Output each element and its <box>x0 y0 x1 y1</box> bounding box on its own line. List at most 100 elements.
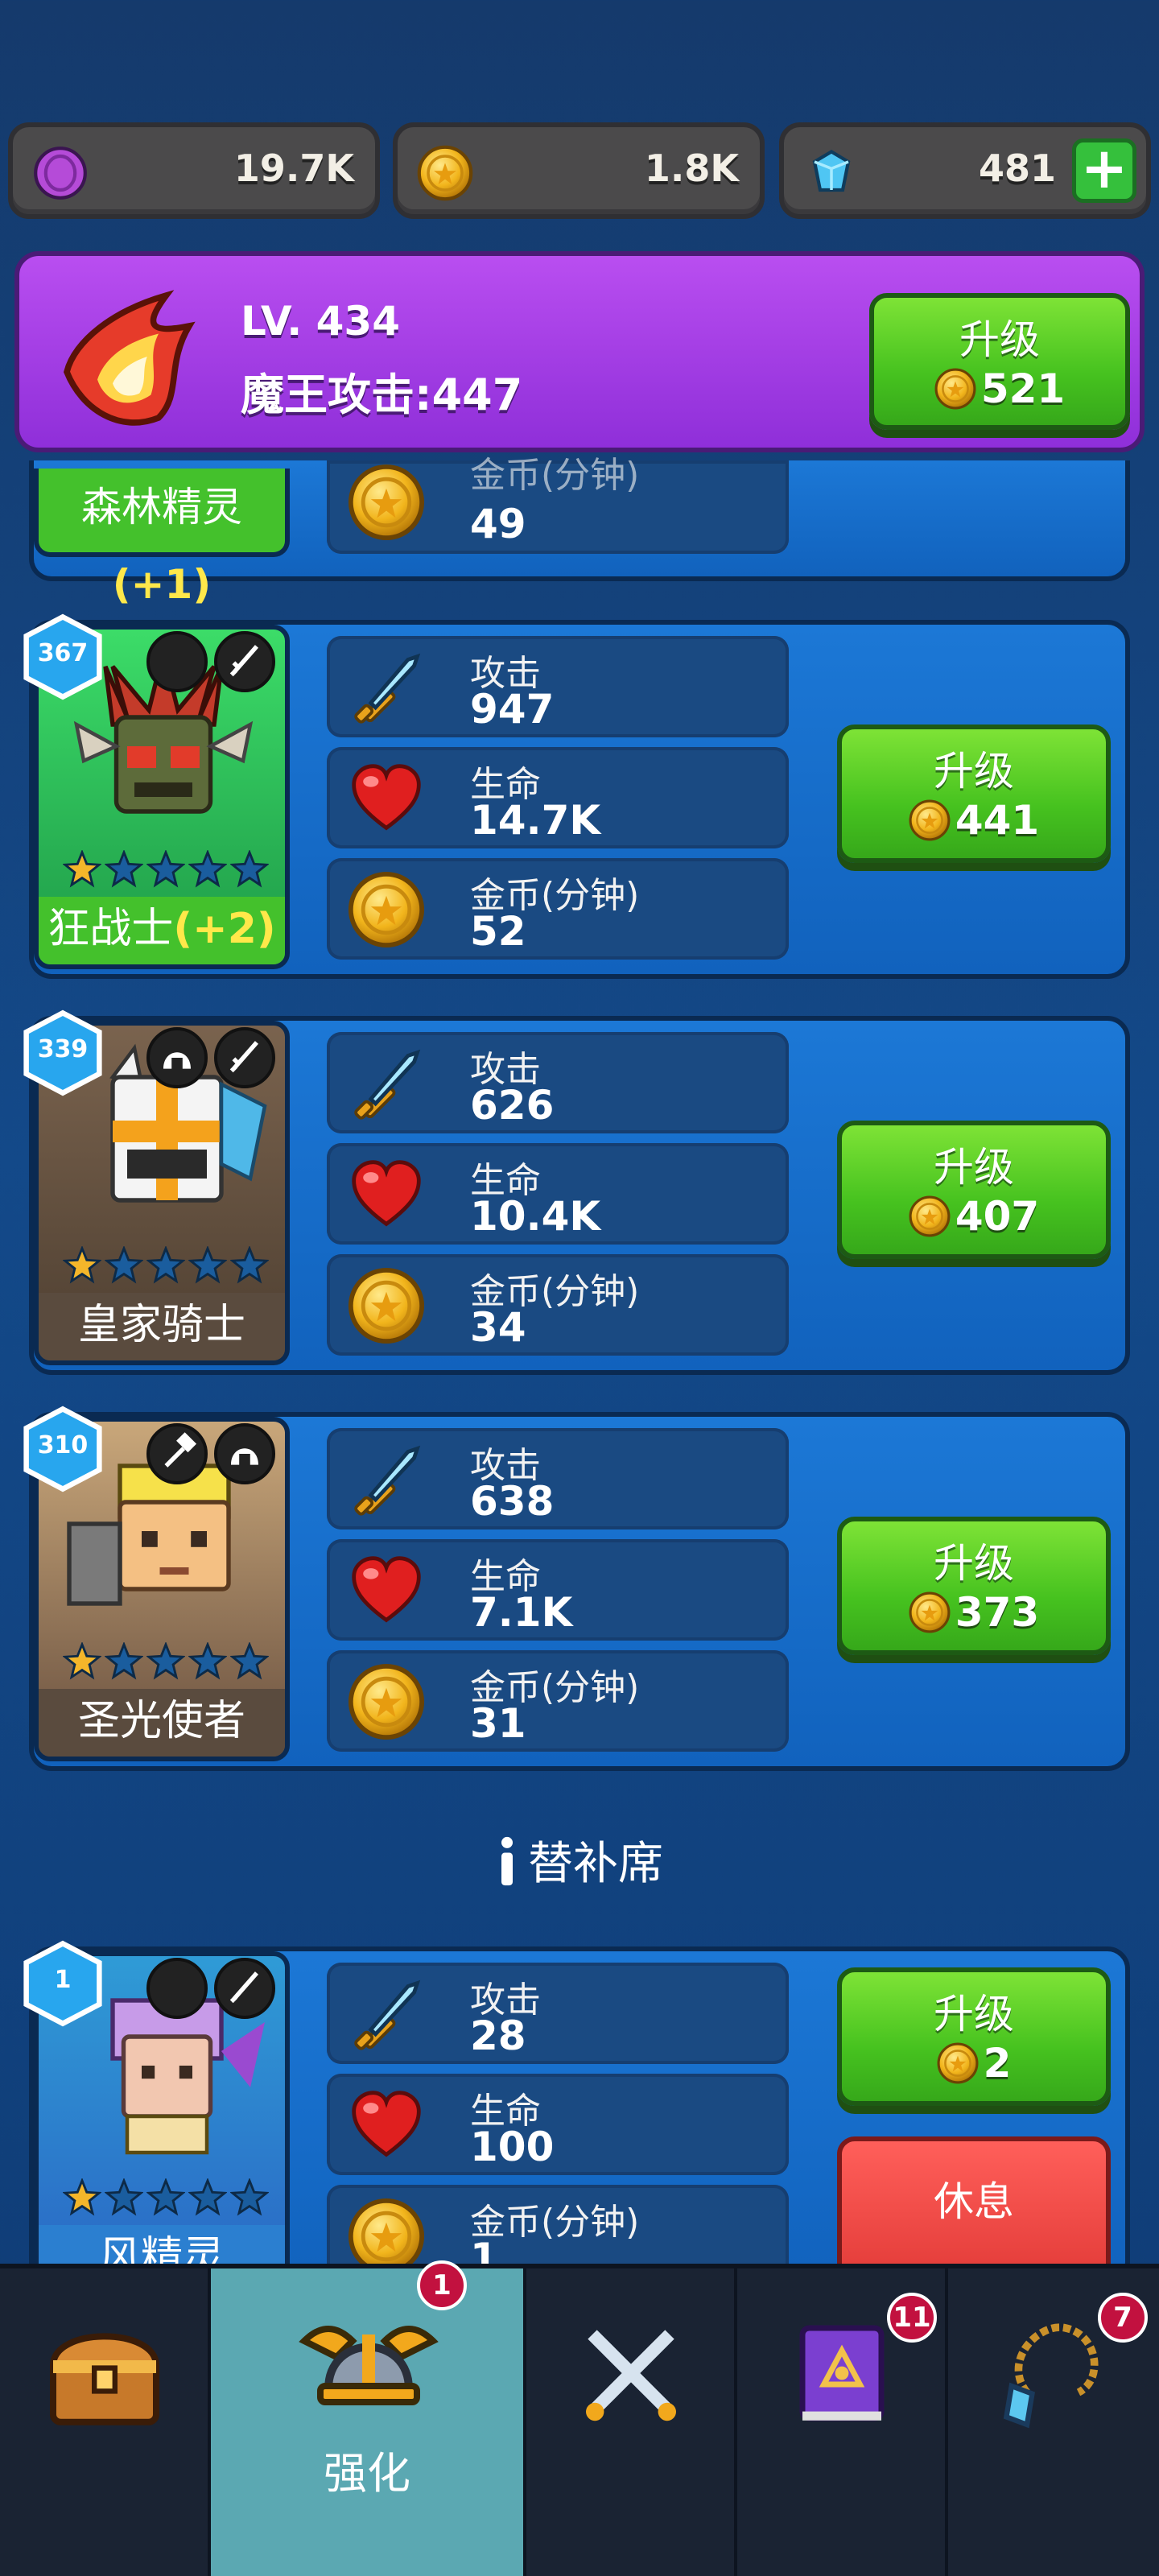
sword-icon <box>344 1975 428 2053</box>
add-gems-button[interactable]: + <box>1072 138 1136 203</box>
attack-stat: 攻击 947 <box>327 636 789 737</box>
bench-header: 替补席 <box>0 1827 1159 1893</box>
spell-book-icon <box>799 2325 885 2421</box>
fire-claw-icon <box>64 290 196 426</box>
gold-coin-icon <box>344 464 428 541</box>
sword-class-icon <box>214 1027 275 1088</box>
hero-name-plate: 森林精灵 (+1) <box>34 469 290 608</box>
gold-coin-icon <box>909 1195 951 1237</box>
sword-icon <box>344 1441 428 1518</box>
gold-stat: 金币(分钟) 31 <box>327 1650 789 1752</box>
hp-stat: 生命 10.4K <box>327 1143 789 1245</box>
gold-value: 34 <box>470 1304 526 1351</box>
hero-name-plate: 皇家骑士 <box>39 1293 285 1360</box>
attack-stat: 攻击 626 <box>327 1032 789 1133</box>
gold-coin-icon <box>417 145 473 201</box>
attack-value: 28 <box>470 2013 526 2059</box>
gold-label: 金币(分钟) <box>470 455 640 496</box>
hero-level: 339 <box>37 1035 89 1063</box>
purple-coin-icon <box>34 147 87 200</box>
upgrade-cost: 521 <box>980 365 1066 412</box>
hero-name: 狂战士 <box>47 905 174 953</box>
upgrade-label: 升级 <box>934 1991 1014 2037</box>
upgrade-label: 升级 <box>959 316 1040 363</box>
nav-tab-amulet[interactable]: 7 <box>948 2268 1159 2576</box>
upgrade-label: 升级 <box>934 748 1014 795</box>
gold-stat: 金币(分钟) 52 <box>327 858 789 960</box>
hp-value: 14.7K <box>470 797 601 844</box>
hp-stat: 生命 100 <box>327 2074 789 2175</box>
hp-value: 10.4K <box>470 1193 601 1240</box>
hero-card: 皇家骑士 339 攻击 626 生命 10.4K 金币(分钟) 34 升级 40… <box>29 1016 1130 1375</box>
gold-value: 31 <box>470 1700 526 1747</box>
upgrade-cost: 2 <box>983 2040 1012 2087</box>
hp-stat: 生命 14.7K <box>327 747 789 848</box>
star-rating <box>64 2179 268 2215</box>
hero-bonus: (+1) <box>112 561 212 608</box>
hero-name: 圣光使者 <box>77 1697 245 1745</box>
gem-counter: 481 + <box>779 122 1151 219</box>
nav-tab-battle[interactable] <box>526 2268 737 2576</box>
hero-level: 1 <box>54 1966 72 1994</box>
helmet-class-icon <box>214 1423 275 1484</box>
hero-upgrade-button[interactable]: 升级 407 <box>837 1121 1111 1259</box>
hp-stat: 生命 7.1K <box>327 1539 789 1641</box>
star-rating <box>64 1643 268 1678</box>
heart-icon <box>344 1552 428 1629</box>
hero-name: 皇家骑士 <box>77 1301 245 1349</box>
gold-coin-value: 1.8K <box>644 147 739 190</box>
attack-value: 626 <box>470 1082 555 1129</box>
sword-class-icon <box>214 631 275 692</box>
gold-coin-icon <box>344 1663 428 1740</box>
hero-card-partial: 森林精灵 (+1) 金币(分钟) 49 <box>29 455 1130 608</box>
hero-bonus: (+2) <box>173 905 276 953</box>
gold-coin-icon <box>934 368 976 410</box>
upgrade-cost: 373 <box>955 1589 1040 1636</box>
hero-level-badge: 367 <box>19 613 106 700</box>
upgrade-cost: 407 <box>955 1193 1040 1240</box>
gold-coin-icon <box>937 2042 979 2084</box>
hero-level: 367 <box>37 639 89 667</box>
gold-value: 49 <box>470 501 526 547</box>
gold-value: 52 <box>470 908 526 955</box>
purple-coin-value: 19.7K <box>233 147 354 190</box>
treasure-chest-icon <box>49 2333 160 2425</box>
hammer-class-icon <box>146 1423 208 1484</box>
nav-tab-spellbook[interactable]: 11 <box>737 2268 948 2576</box>
hero-level-badge: 1 <box>19 1940 106 2027</box>
hero-card: 圣光使者 310 攻击 638 生命 7.1K 金币(分钟) 31 升级 373 <box>29 1412 1130 1771</box>
notification-badge: 11 <box>887 2293 937 2343</box>
bench-hero-card: 风精灵 1 攻击 28 生命 100 金币(分钟) 1 升级 2 休息 <box>29 1946 1130 2297</box>
heart-icon <box>344 1156 428 1233</box>
attack-stat: 攻击 638 <box>327 1428 789 1530</box>
gold-coin-icon <box>909 1591 951 1633</box>
attack-stat: 攻击 28 <box>327 1963 789 2064</box>
hero-upgrade-button[interactable]: 升级 2 <box>837 1967 1111 2106</box>
person-icon <box>501 1836 513 1886</box>
attack-value: 947 <box>470 686 555 733</box>
skull-totem-icon <box>146 631 208 692</box>
attack-value: 638 <box>470 1478 555 1525</box>
boss-attack: 魔王攻击:447 <box>241 369 523 420</box>
bottom-nav: 强化 1 11 7 <box>0 2260 1159 2576</box>
hero-upgrade-button[interactable]: 升级 441 <box>837 724 1111 863</box>
sword-icon <box>344 1045 428 1122</box>
boss-upgrade-button[interactable]: 升级 521 <box>869 293 1130 430</box>
priestess-class-icon <box>146 1958 208 2019</box>
hero-level: 310 <box>37 1431 89 1459</box>
hero-upgrade-button[interactable]: 升级 373 <box>837 1517 1111 1655</box>
hero-name-plate: 狂战士(+2) <box>39 897 285 964</box>
nav-tab-enhance[interactable]: 强化 1 <box>211 2260 526 2576</box>
boss-level: LV. 434 <box>241 298 400 345</box>
purple-coin-counter: 19.7K <box>8 122 380 219</box>
star-rating <box>64 851 268 886</box>
helmet-class-icon <box>146 1027 208 1088</box>
hero-level-badge: 310 <box>19 1406 106 1492</box>
gold-stat: 金币(分钟) 49 <box>327 455 789 554</box>
hp-value: 100 <box>470 2124 555 2170</box>
hero-level-badge: 339 <box>19 1009 106 1096</box>
hero-card: 狂战士(+2) 367 攻击 947 生命 14.7K 金币(分钟) 52 升级… <box>29 620 1130 979</box>
amulet-icon <box>1003 2323 1099 2429</box>
heart-icon <box>344 760 428 837</box>
nav-tab-chest[interactable] <box>0 2268 211 2576</box>
